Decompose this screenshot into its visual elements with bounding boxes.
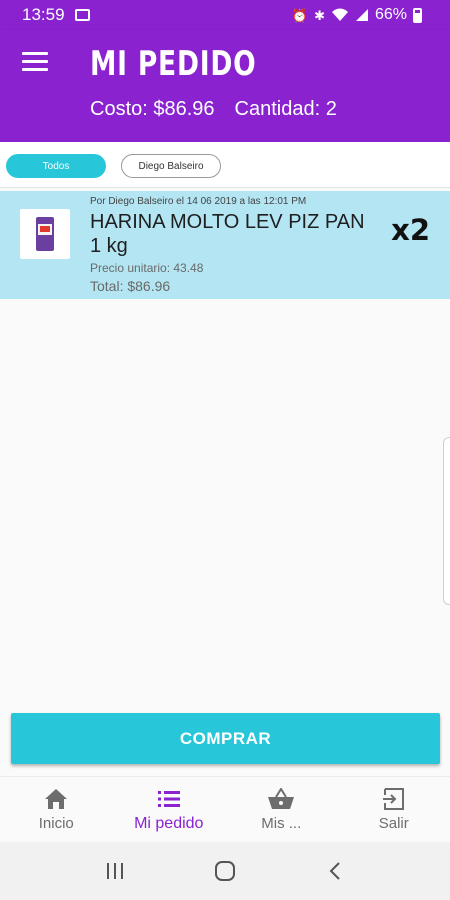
order-summary: Costo: $86.96 Cantidad: 2 xyxy=(90,98,337,121)
wifi-icon xyxy=(331,8,348,21)
nav-label-mi-pedido: Mi pedido xyxy=(134,815,204,832)
nav-label-salir: Salir xyxy=(378,815,409,832)
basket-icon xyxy=(268,788,295,809)
product-image xyxy=(20,209,70,259)
filter-bar: Todos Diego Balseiro xyxy=(0,142,450,188)
image-notification-icon xyxy=(74,9,90,21)
back-chevron-icon xyxy=(329,862,340,880)
item-added-by: Por Diego Balseiro el 14 06 2019 a las 1… xyxy=(90,196,307,207)
status-time: 13:59 xyxy=(22,5,65,24)
order-list-item[interactable]: Por Diego Balseiro el 14 06 2019 a las 1… xyxy=(0,191,450,299)
nav-label-mis: Mis ... xyxy=(261,815,302,832)
filter-chip-all[interactable]: Todos xyxy=(6,154,106,178)
nav-item-inicio[interactable]: Inicio xyxy=(0,777,113,842)
exit-icon xyxy=(382,788,404,810)
order-list-empty-area xyxy=(0,300,450,770)
status-bar: 13:59 ⏰ ✱ 66% xyxy=(0,0,450,30)
signal-icon xyxy=(355,9,368,21)
order-cost: Costo: $86.96 xyxy=(90,98,215,120)
unit-price: Precio unitario: 43.48 xyxy=(90,261,204,275)
buy-button[interactable]: COMPRAR xyxy=(11,713,440,764)
home-icon xyxy=(45,789,68,809)
system-navigation-bar xyxy=(0,842,450,900)
bluetooth-icon: ✱ xyxy=(314,7,325,23)
bottom-navigation: Inicio Mi pedido Mis ... Salir xyxy=(0,776,450,842)
item-quantity: x2 xyxy=(391,213,430,247)
home-circle-icon xyxy=(215,861,235,881)
menu-icon[interactable] xyxy=(22,52,48,74)
flour-package-icon xyxy=(36,217,54,251)
nav-item-mi-pedido[interactable]: Mi pedido xyxy=(113,777,226,842)
recent-apps-icon xyxy=(107,863,123,879)
recent-apps-button[interactable] xyxy=(100,856,130,886)
app-screen: 13:59 ⏰ ✱ 66% MI PEDIDO Costo: $86.96 Ca… xyxy=(0,0,450,900)
product-name: HARINA MOLTO LEV PIZ PAN 1 kg xyxy=(90,211,365,257)
nav-item-mis[interactable]: Mis ... xyxy=(225,777,338,842)
home-system-button[interactable] xyxy=(210,856,240,886)
alarm-icon: ⏰ xyxy=(291,7,309,23)
order-quantity: Cantidad: 2 xyxy=(234,98,337,120)
nav-label-inicio: Inicio xyxy=(38,815,74,832)
filter-chip-user[interactable]: Diego Balseiro xyxy=(121,154,221,178)
page-title: MI PEDIDO xyxy=(90,44,257,84)
battery-icon xyxy=(413,7,422,23)
list-icon xyxy=(157,791,180,807)
item-total: Total: $86.96 xyxy=(90,278,171,294)
nav-item-salir[interactable]: Salir xyxy=(338,777,450,842)
scrollbar-handle[interactable] xyxy=(443,437,450,605)
back-button[interactable] xyxy=(320,856,350,886)
app-header: MI PEDIDO Costo: $86.96 Cantidad: 2 xyxy=(0,30,450,142)
battery-percent: 66% xyxy=(374,6,407,23)
